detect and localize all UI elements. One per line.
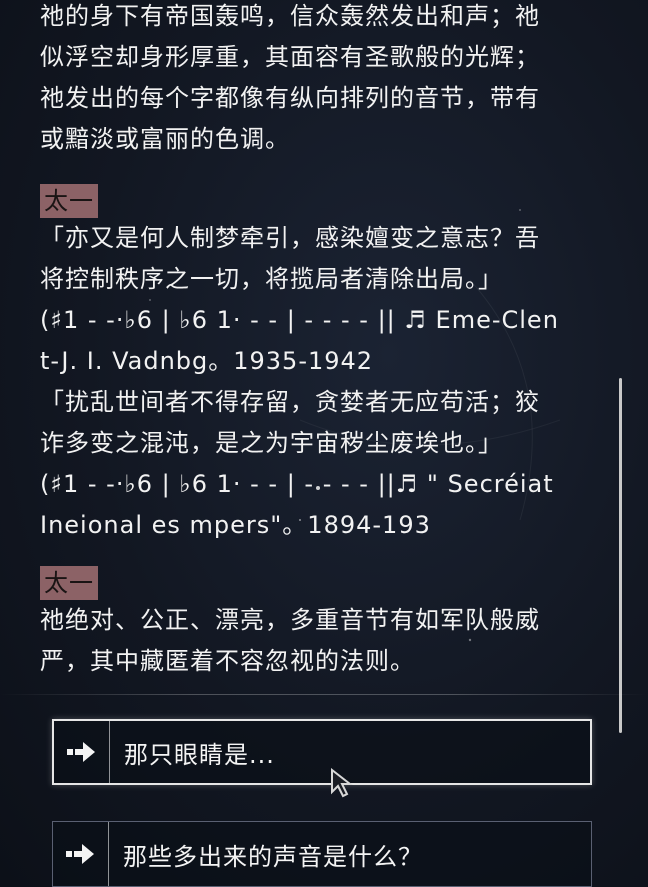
speaker-name-tag: 太一 [40, 184, 98, 218]
dialog-option-2[interactable]: 那些多出来的声音是什么？ [52, 821, 592, 887]
narration-text: 祂的身下有帝国轰鸣，信众轰然发出和声；祂 似浮空却身形厚重，其面容有圣歌般的光辉… [40, 2, 540, 153]
arrow-right-icon [54, 721, 110, 783]
dialog-option-1[interactable]: 那只眼睛是... [52, 719, 592, 785]
speech-text: 祂绝对、公正、漂亮，多重音节有如军队般威 严，其中藏匿着不容忽视的法则。 [40, 606, 540, 675]
option-label: 那些多出来的声音是什么？ [123, 842, 423, 871]
speech-text: 「亦又是何人制梦牵引，感染嬗变之意志？吾 将控制秩序之一切，将揽局者清除出局。」… [40, 224, 559, 539]
speaker-name-tag: 太一 [40, 566, 98, 600]
arrow-right-icon [53, 822, 109, 886]
dialog-scrollbar[interactable] [619, 378, 622, 733]
divider [0, 694, 648, 695]
dialog-panel: 祂的身下有帝国轰鸣，信众轰然发出和声；祂 似浮空却身形厚重，其面容有圣歌般的光辉… [40, 0, 600, 682]
mouse-cursor-icon [331, 768, 353, 798]
option-label: 那只眼睛是... [124, 740, 275, 769]
